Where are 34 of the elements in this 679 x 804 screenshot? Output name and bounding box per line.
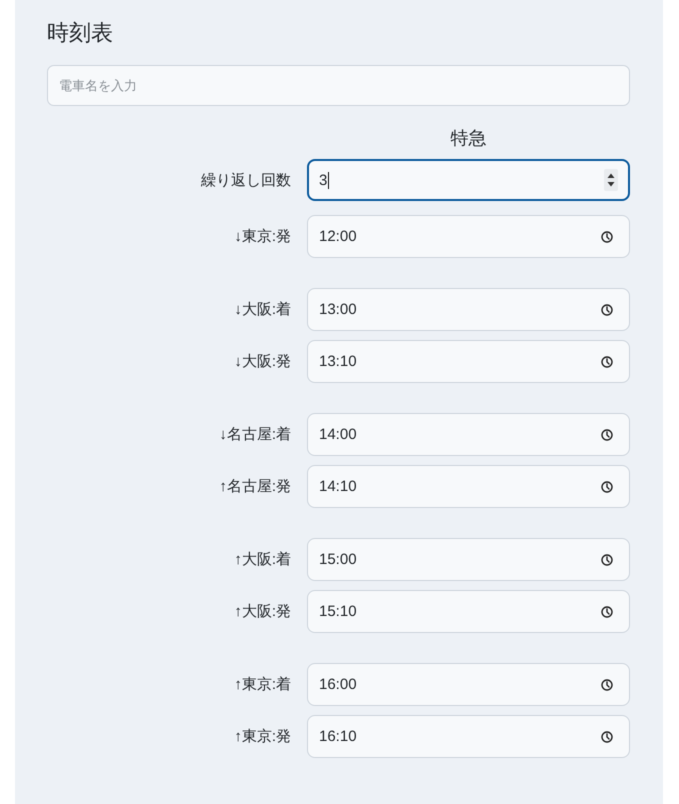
train-name-placeholder: 電車名を入力 (59, 76, 137, 94)
clock-icon[interactable] (601, 356, 613, 368)
time-field[interactable]: 14:00 (307, 413, 630, 456)
stop-label: ↓大阪:着 (233, 300, 291, 319)
clock-icon[interactable] (601, 304, 613, 316)
text-cursor-icon (328, 172, 330, 188)
column-header: 特急 (450, 127, 488, 150)
stop-label: ↓東京:発 (233, 227, 291, 246)
repeat-count-field[interactable]: 3 (307, 159, 630, 201)
clock-icon[interactable] (601, 554, 613, 566)
stop-label: ↑東京:着 (233, 675, 291, 694)
page-title: 時刻表 (47, 20, 114, 46)
stop-label: ↓大阪:発 (233, 352, 291, 371)
time-field[interactable]: 13:00 (307, 288, 630, 331)
stop-label: ↑大阪:着 (233, 550, 291, 569)
spinner-icon[interactable] (604, 169, 618, 191)
stop-label: ↑名古屋:発 (218, 477, 291, 496)
time-field[interactable]: 15:10 (307, 590, 630, 633)
clock-icon[interactable] (601, 730, 613, 742)
time-field[interactable]: 12:00 (307, 215, 630, 258)
stop-label: ↓名古屋:着 (218, 425, 291, 444)
stop-label: ↑大阪:発 (233, 602, 291, 621)
clock-icon[interactable] (601, 480, 613, 492)
time-field[interactable]: 13:10 (307, 340, 630, 383)
clock-icon[interactable] (601, 606, 613, 618)
clock-icon[interactable] (601, 230, 613, 242)
time-field[interactable]: 16:00 (307, 663, 630, 706)
repeat-count-label: 繰り返し回数 (200, 170, 291, 190)
stop-label: ↑東京:発 (233, 727, 291, 746)
time-field[interactable]: 15:00 (307, 538, 630, 581)
time-field[interactable]: 16:10 (307, 715, 630, 758)
clock-icon[interactable] (601, 678, 613, 690)
clock-icon[interactable] (601, 428, 613, 440)
time-field[interactable]: 14:10 (307, 465, 630, 508)
